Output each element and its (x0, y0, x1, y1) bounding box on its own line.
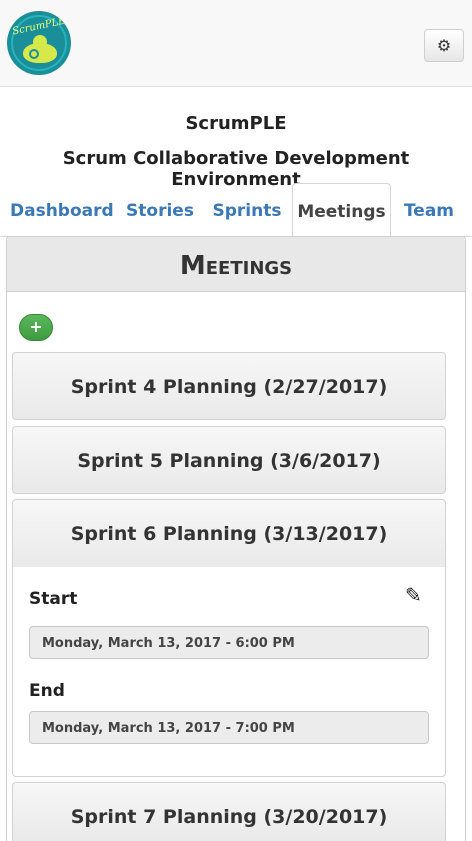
pencil-icon[interactable]: ✎ (405, 583, 422, 607)
top-navbar: ScrumPLE ⚙ (0, 0, 472, 87)
meeting-detail: Start ✎ Monday, March 13, 2017 - 6:00 PM… (12, 567, 446, 777)
meeting-item-expanded[interactable]: Sprint 6 Planning (3/13/2017) (12, 499, 446, 569)
tab-sprints[interactable]: Sprints (208, 183, 286, 237)
duck-head-icon (33, 35, 47, 49)
plus-icon: + (29, 317, 43, 336)
start-label: Start (29, 589, 78, 609)
panel-title: Meetings (7, 237, 465, 292)
end-datetime-field: Monday, March 13, 2017 - 7:00 PM (29, 711, 429, 744)
gear-icon: ⚙ (436, 36, 452, 55)
tab-meetings[interactable]: Meetings (292, 183, 391, 238)
add-meeting-button[interactable]: + (19, 314, 53, 341)
settings-button[interactable]: ⚙ (424, 29, 464, 62)
end-label: End (29, 681, 65, 701)
meeting-item[interactable]: Sprint 5 Planning (3/6/2017) (12, 426, 446, 494)
tab-dashboard[interactable]: Dashboard (10, 183, 114, 237)
meeting-item[interactable]: Sprint 4 Planning (2/27/2017) (12, 352, 446, 420)
tab-team[interactable]: Team (399, 183, 459, 237)
main-tabs: Dashboard Stories Sprints Meetings Team (0, 183, 472, 238)
meeting-item[interactable]: Sprint 7 Planning (3/20/2017) (12, 782, 446, 841)
scrumple-logo[interactable]: ScrumPLE (7, 11, 71, 75)
app-title: ScrumPLE (185, 113, 287, 134)
duck-eye-icon (29, 49, 39, 59)
start-datetime-field: Monday, March 13, 2017 - 6:00 PM (29, 626, 429, 659)
tab-stories[interactable]: Stories (120, 183, 200, 237)
